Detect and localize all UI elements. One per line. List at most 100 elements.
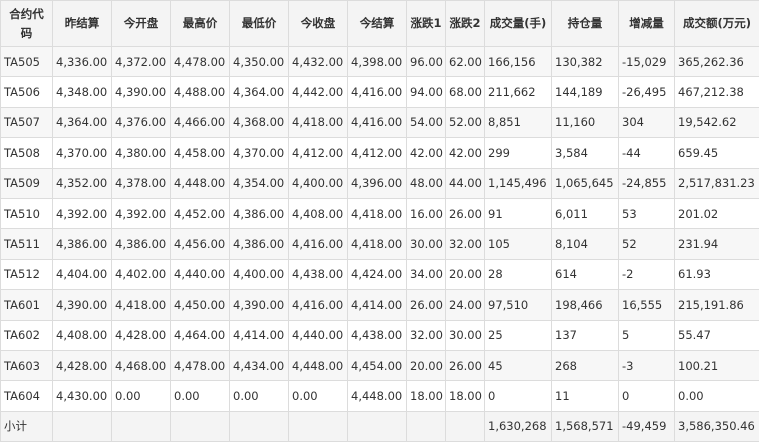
cell-low: 4,434.00 xyxy=(229,349,289,382)
cell-prev-settle: 4,430.00 xyxy=(52,380,112,412)
cell-close: 4,432.00 xyxy=(288,45,348,78)
header-change-1: 涨跌1 xyxy=(406,0,446,47)
cell-open: 4,376.00 xyxy=(111,106,171,139)
cell-high: 0.00 xyxy=(170,380,230,412)
cell-change-1: 54.00 xyxy=(406,106,446,139)
cell-change-1: 94.00 xyxy=(406,76,446,108)
cell-change-2: 20.00 xyxy=(445,258,485,291)
table-row: TA510 4,392.00 4,392.00 4,452.00 4,386.00 4,4… xyxy=(0,197,759,230)
header-close: 今收盘 xyxy=(288,0,348,47)
cell-settle: 4,418.00 xyxy=(347,228,407,260)
cell-settle: 4,418.00 xyxy=(347,197,407,230)
cell-settle: 4,398.00 xyxy=(347,45,407,78)
cell-close: 4,400.00 xyxy=(288,167,348,199)
cell-contract: TA604 xyxy=(0,380,53,412)
cell-prev-settle: 4,408.00 xyxy=(52,319,112,351)
cell-oi-change: 304 xyxy=(618,106,675,139)
cell-oi-change: 53 xyxy=(618,197,675,230)
header-prev-settle: 昨结算 xyxy=(52,0,112,47)
cell-open-interest: 144,189 xyxy=(551,76,619,108)
cell-open: 4,402.00 xyxy=(111,258,171,291)
cell-change-1: 96.00 xyxy=(406,45,446,78)
cell-change-1: 34.00 xyxy=(406,258,446,291)
cell-contract: TA505 xyxy=(0,45,53,78)
table-header: 合约代码 昨结算 今开盘 最高价 最低价 今收盘 今结算 涨跌1 涨跌2 成交量(手) 持仓量 增减量… xyxy=(0,0,759,47)
cell-high: 4,466.00 xyxy=(170,106,230,139)
cell-low: 4,368.00 xyxy=(229,106,289,139)
cell-prev-settle: 4,404.00 xyxy=(52,258,112,291)
cell-open-interest: 198,466 xyxy=(551,289,619,321)
cell-contract: TA603 xyxy=(0,349,53,382)
cell-high: 4,478.00 xyxy=(170,45,230,78)
cell-volume: 45 xyxy=(484,349,552,382)
cell-contract: TA509 xyxy=(0,167,53,199)
cell-contract: TA512 xyxy=(0,258,53,291)
cell-change-1: 20.00 xyxy=(406,349,446,382)
cell-low: 4,386.00 xyxy=(229,197,289,230)
cell-low: 4,364.00 xyxy=(229,76,289,108)
header-turnover: 成交额(万元) xyxy=(674,0,759,47)
table-row: TA512 4,404.00 4,402.00 4,440.00 4,400.00 4,4… xyxy=(0,258,759,291)
cell-volume: 211,662 xyxy=(484,76,552,108)
cell-prev-settle xyxy=(52,410,112,443)
cell-open-interest: 3,584 xyxy=(551,137,619,169)
cell-open xyxy=(111,410,171,443)
header-open-interest: 持仓量 xyxy=(551,0,619,47)
cell-high: 4,450.00 xyxy=(170,289,230,321)
header-high: 最高价 xyxy=(170,0,230,47)
cell-settle: 4,454.00 xyxy=(347,349,407,382)
cell-close: 4,438.00 xyxy=(288,258,348,291)
cell-open-interest: 6,011 xyxy=(551,197,619,230)
cell-turnover: 201.02 xyxy=(674,197,759,230)
table-row: TA506 4,348.00 4,390.00 4,488.00 4,364.00 4,4… xyxy=(0,76,759,108)
cell-open: 0.00 xyxy=(111,380,171,412)
cell-change-1 xyxy=(406,410,446,443)
cell-oi-change: -49,459 xyxy=(618,410,675,443)
cell-turnover: 365,262.36 xyxy=(674,45,759,78)
cell-open-interest: 268 xyxy=(551,349,619,382)
cell-close: 4,418.00 xyxy=(288,106,348,139)
cell-change-2: 32.00 xyxy=(445,228,485,260)
cell-change-1: 16.00 xyxy=(406,197,446,230)
cell-high: 4,448.00 xyxy=(170,167,230,199)
cell-open-interest: 8,104 xyxy=(551,228,619,260)
cell-open-interest: 11,160 xyxy=(551,106,619,139)
cell-oi-change: 16,555 xyxy=(618,289,675,321)
cell-close: 4,412.00 xyxy=(288,137,348,169)
cell-close: 4,408.00 xyxy=(288,197,348,230)
cell-open: 4,372.00 xyxy=(111,45,171,78)
cell-low xyxy=(229,410,289,443)
table-body: TA505 4,336.00 4,372.00 4,478.00 4,350.00 4,4… xyxy=(0,45,759,443)
cell-settle: 4,424.00 xyxy=(347,258,407,291)
cell-open-interest: 130,382 xyxy=(551,45,619,78)
cell-prev-settle: 4,352.00 xyxy=(52,167,112,199)
cell-settle: 4,414.00 xyxy=(347,289,407,321)
cell-change-2: 68.00 xyxy=(445,76,485,108)
cell-contract: TA601 xyxy=(0,289,53,321)
cell-low: 4,400.00 xyxy=(229,258,289,291)
cell-change-2: 30.00 xyxy=(445,319,485,351)
table-row: TA509 4,352.00 4,378.00 4,448.00 4,354.00 4,4… xyxy=(0,167,759,199)
cell-prev-settle: 4,364.00 xyxy=(52,106,112,139)
cell-prev-settle: 4,392.00 xyxy=(52,197,112,230)
cell-open-interest: 614 xyxy=(551,258,619,291)
header-change-2: 涨跌2 xyxy=(445,0,485,47)
header-contract: 合约代码 xyxy=(0,0,53,47)
cell-turnover: 2,517,831.23 xyxy=(674,167,759,199)
cell-high: 4,452.00 xyxy=(170,197,230,230)
cell-change-1: 32.00 xyxy=(406,319,446,351)
cell-change-2: 18.00 xyxy=(445,380,485,412)
cell-high: 4,458.00 xyxy=(170,137,230,169)
table-row: TA511 4,386.00 4,386.00 4,456.00 4,386.00 4,4… xyxy=(0,228,759,260)
cell-prev-settle: 4,348.00 xyxy=(52,76,112,108)
cell-open: 4,380.00 xyxy=(111,137,171,169)
cell-high: 4,478.00 xyxy=(170,349,230,382)
cell-turnover: 61.93 xyxy=(674,258,759,291)
cell-open: 4,390.00 xyxy=(111,76,171,108)
cell-turnover: 467,212.38 xyxy=(674,76,759,108)
cell-settle: 4,448.00 xyxy=(347,380,407,412)
cell-volume: 0 xyxy=(484,380,552,412)
cell-low: 4,414.00 xyxy=(229,319,289,351)
cell-volume: 299 xyxy=(484,137,552,169)
cell-open: 4,392.00 xyxy=(111,197,171,230)
